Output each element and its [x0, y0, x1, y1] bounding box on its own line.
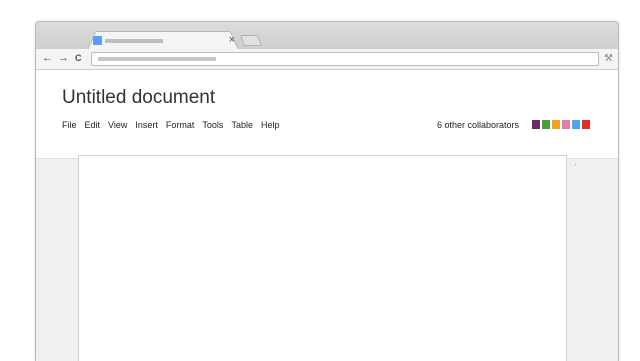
collaborator-swatches [532, 120, 590, 129]
browser-window: × ← → C ⚒ Untitled document File Edit View… [35, 21, 619, 361]
menu-item-view[interactable]: View [108, 118, 127, 132]
menu-item-help[interactable]: Help [261, 118, 280, 132]
wrench-icon[interactable]: ⚒ [604, 52, 613, 66]
menu-item-edit[interactable]: Edit [85, 118, 101, 132]
menu-item-tools[interactable]: Tools [202, 118, 223, 132]
address-bar[interactable] [91, 52, 599, 66]
browser-tab[interactable]: × [93, 31, 235, 50]
menu-item-format[interactable]: Format [166, 118, 195, 132]
docs-favicon-icon [93, 36, 102, 45]
doc-header: Untitled document File Edit View Insert Form… [36, 70, 618, 159]
url-placeholder [98, 57, 216, 61]
browser-toolbar: ← → C ⚒ [36, 49, 618, 70]
menu-item-insert[interactable]: Insert [135, 118, 158, 132]
collaborator-avatar-6[interactable] [582, 120, 590, 129]
document-page[interactable] [78, 155, 567, 361]
menu-item-file[interactable]: File [62, 118, 77, 132]
close-tab-icon[interactable]: × [229, 33, 235, 47]
document-title[interactable]: Untitled document [62, 87, 215, 109]
collaborator-avatar-1[interactable] [532, 120, 540, 129]
collaborator-avatar-3[interactable] [552, 120, 560, 129]
new-tab-button[interactable] [239, 35, 263, 46]
back-arrow-icon[interactable]: ← [42, 51, 53, 65]
collaborators-count[interactable]: 6 other collaborators [437, 118, 519, 132]
reload-icon[interactable]: C [75, 51, 82, 65]
collaborator-avatar-5[interactable] [572, 120, 580, 129]
collaborator-avatar-2[interactable] [542, 120, 550, 129]
menu-item-table[interactable]: Table [231, 118, 253, 132]
collaborator-avatar-4[interactable] [562, 120, 570, 129]
right-indent-marker[interactable] [575, 164, 576, 169]
tab-title-placeholder [105, 39, 163, 43]
tab-strip: × [36, 22, 618, 50]
menu-bar: File Edit View Insert Format Tools Table Help [62, 118, 287, 132]
forward-arrow-icon[interactable]: → [58, 51, 69, 65]
